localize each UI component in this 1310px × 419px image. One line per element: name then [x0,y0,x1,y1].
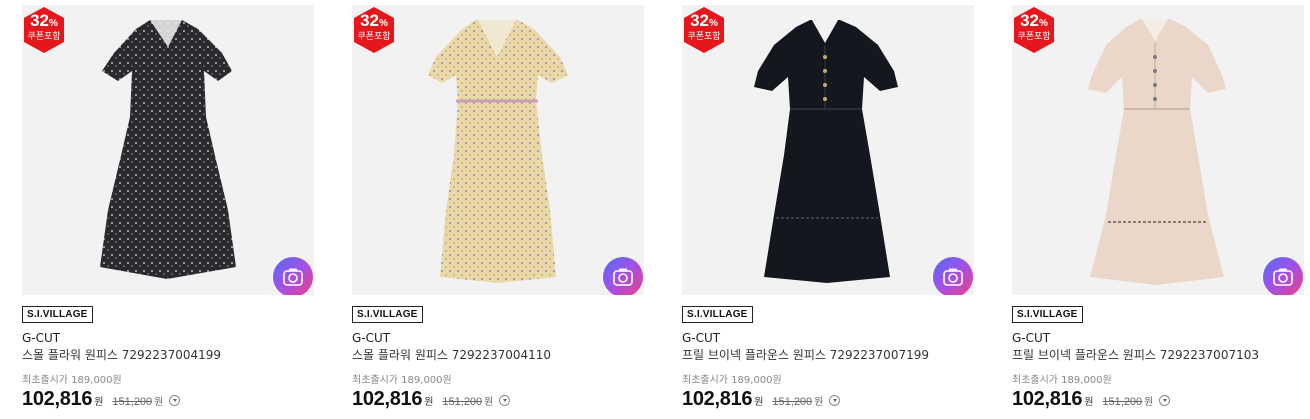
coupon-included-label: 쿠폰포함 [1017,32,1051,42]
product-grid: 32% 쿠폰포함 S.I.VILLAGE G-CUT 스몰 플라워 원피스 72… [0,0,1310,419]
brand-name[interactable]: G-CUT [22,331,60,345]
camera-icon [613,268,633,286]
product-card[interactable]: 32% 쿠폰포함 S.I.VILLAGE G-CUT 스몰 플라워 원피스 72… [22,0,314,419]
sale-price: 102,816 [682,388,753,410]
camera-icon [943,268,963,286]
price-info-chevron-icon[interactable] [499,395,511,406]
product-name[interactable]: 스몰 플라워 원피스 7292237004199 [22,348,221,362]
currency-label: 원 [754,397,764,408]
currency-label: 원 [424,397,434,408]
dress-navy-image [754,20,898,283]
price-row: 102,816 원 151,200 원 [682,388,841,416]
product-card[interactable]: 32% 쿠폰포함 S.I.VILLAGE G-CUT 프릴 브이넥 플라운스 원… [1012,0,1304,419]
camera-search-button[interactable] [603,257,643,295]
brand-tag: S.I.VILLAGE [1012,306,1083,323]
strike-currency-label: 원 [154,397,164,408]
brand-name[interactable]: G-CUT [352,331,390,345]
currency-label: 원 [1084,397,1094,408]
price-row: 102,816 원 151,200 원 [22,388,181,416]
discount-badge: 32% 쿠폰포함 [24,7,64,53]
brand-tag: S.I.VILLAGE [682,306,753,323]
strike-price: 151,200 [772,396,813,408]
discount-badge: 32% 쿠폰포함 [354,7,394,53]
coupon-included-label: 쿠폰포함 [687,32,721,42]
price-info-chevron-icon[interactable] [829,395,841,406]
camera-icon [1273,268,1293,286]
discount-badge: 32% 쿠폰포함 [684,7,724,53]
currency-label: 원 [94,397,104,408]
original-release-price: 최초출시가 189,000원 [352,375,452,386]
strike-price: 151,200 [442,396,483,408]
strike-currency-label: 원 [814,397,824,408]
product-image[interactable]: 32% 쿠폰포함 [22,5,314,295]
price-row: 102,816 원 151,200 원 [352,388,511,416]
discount-percent: 32 [690,11,709,30]
product-name[interactable]: 프릴 브이넥 플라운스 원피스 7292237007103 [1012,348,1259,362]
sale-price: 102,816 [22,388,93,410]
strike-currency-label: 원 [484,397,494,408]
price-row: 102,816 원 151,200 원 [1012,388,1171,416]
product-card[interactable]: 32% 쿠폰포함 S.I.VILLAGE G-CUT 프릴 브이넥 플라운스 원… [682,0,974,419]
product-name[interactable]: 프릴 브이넥 플라운스 원피스 7292237007199 [682,348,929,362]
original-release-price: 최초출시가 189,000원 [682,375,782,386]
coupon-included-label: 쿠폰포함 [27,32,61,42]
coupon-included-label: 쿠폰포함 [357,32,391,42]
discount-percent: 32 [360,11,379,30]
product-name[interactable]: 스몰 플라워 원피스 7292237004110 [352,348,551,362]
product-image[interactable]: 32% 쿠폰포함 [352,5,644,295]
discount-percent: 32 [1020,11,1039,30]
brand-name[interactable]: G-CUT [1012,331,1050,345]
dress-floral-beige-image [428,20,568,283]
price-info-chevron-icon[interactable] [169,395,181,406]
brand-name[interactable]: G-CUT [682,331,720,345]
discount-percent: 32 [30,11,49,30]
camera-search-button[interactable] [1263,257,1303,295]
product-image[interactable]: 32% 쿠폰포함 [1012,5,1304,295]
original-release-price: 최초출시가 189,000원 [1012,375,1112,386]
dress-pink-beige-image [1088,19,1226,285]
product-card[interactable]: 32% 쿠폰포함 S.I.VILLAGE G-CUT 스몰 플라워 원피스 72… [352,0,644,419]
product-image[interactable]: 32% 쿠폰포함 [682,5,974,295]
dress-floral-black-image [100,20,236,279]
strike-price: 151,200 [112,396,153,408]
camera-search-button[interactable] [933,257,973,295]
original-release-price: 최초출시가 189,000원 [22,375,122,386]
strike-price: 151,200 [1102,396,1143,408]
price-info-chevron-icon[interactable] [1159,395,1171,406]
sale-price: 102,816 [1012,388,1083,410]
brand-tag: S.I.VILLAGE [22,306,93,323]
brand-tag: S.I.VILLAGE [352,306,423,323]
sale-price: 102,816 [352,388,423,410]
camera-icon [283,268,303,286]
camera-search-button[interactable] [273,257,313,295]
discount-badge: 32% 쿠폰포함 [1014,7,1054,53]
strike-currency-label: 원 [1144,397,1154,408]
